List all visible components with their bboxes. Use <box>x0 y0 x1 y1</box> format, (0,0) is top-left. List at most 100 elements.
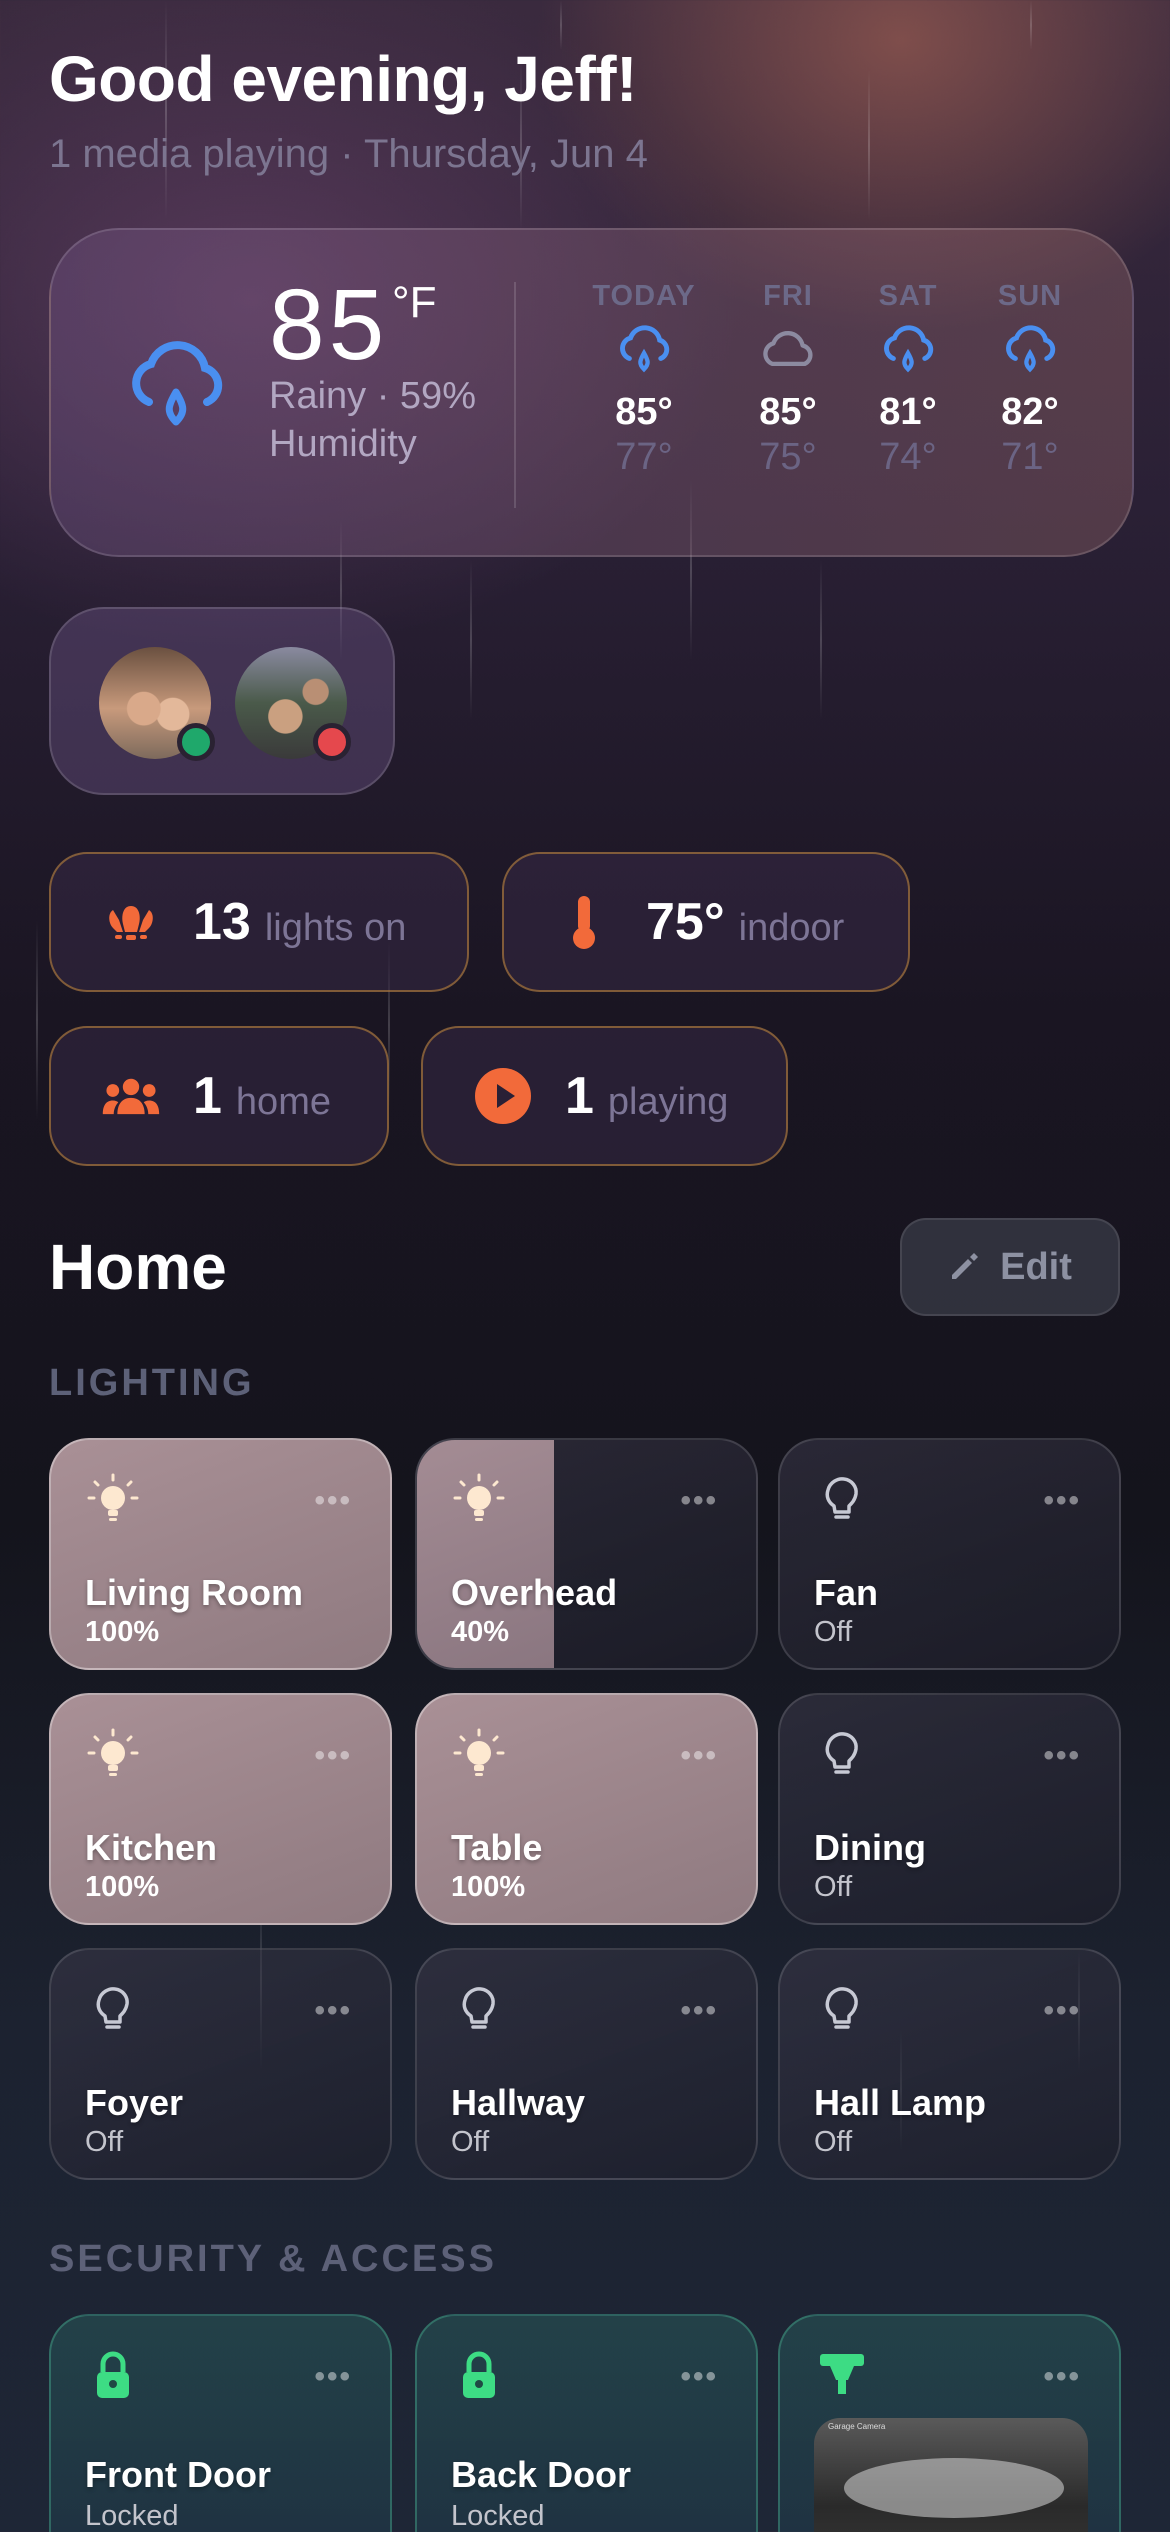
forecast-day: SUN <box>997 280 1063 312</box>
lock-tile-back-door[interactable]: ••• Back Door Locked <box>415 2314 758 2532</box>
tile-name: Foyer <box>85 2082 184 2123</box>
light-tile[interactable]: ••• Dining Off <box>778 1693 1121 1925</box>
light-tile[interactable]: ••• Foyer Off <box>49 1948 392 2180</box>
current-temperature: 85 <box>269 269 389 381</box>
avatar[interactable] <box>99 647 215 761</box>
more-options-button[interactable]: ••• <box>314 1484 352 1518</box>
light-bulb-icon <box>825 1732 858 1774</box>
subtitle: 1 media playing · Thursday, Jun 4 <box>49 132 648 176</box>
forecast-high: 85° <box>615 391 673 433</box>
lights-on-count: 13 <box>193 893 251 951</box>
media-playing-label: playing <box>607 1080 729 1123</box>
play-icon <box>473 1066 533 1126</box>
more-options-button[interactable]: ••• <box>314 2360 352 2394</box>
avatar[interactable] <box>235 647 351 761</box>
tile-name: Back Door <box>451 2454 632 2495</box>
weather-card[interactable]: 85 °F Rainy · 59% Humidity TODAY 85° 77°… <box>49 228 1134 557</box>
more-options-button[interactable]: ••• <box>680 1484 718 1518</box>
forecast-day: TODAY <box>592 280 696 312</box>
forecast-sat: SAT 81° 74° <box>843 280 973 479</box>
forecast-day: SAT <box>878 280 938 312</box>
tile-state: 100% <box>85 1616 160 1648</box>
forecast-high: 85° <box>759 391 817 433</box>
tile-name: Living Room <box>85 1572 303 1613</box>
forecast-high: 81° <box>879 391 937 433</box>
tile-name: Hall Lamp <box>814 2082 987 2123</box>
tile-name: Table <box>451 1827 543 1868</box>
section-security: SECURITY & ACCESS <box>49 2238 497 2280</box>
forecast-today: TODAY 85° 77° <box>579 280 709 479</box>
forecast-low: 71° <box>1001 436 1059 478</box>
light-bulb-icon <box>453 1473 505 1521</box>
forecast-day: FRI <box>763 280 813 312</box>
light-bulb-icon <box>462 1987 495 2029</box>
more-options-button[interactable]: ••• <box>314 1739 352 1773</box>
media-playing-chip[interactable]: 1 playing <box>421 1026 788 1166</box>
greeting: Good evening, Jeff! <box>49 43 637 115</box>
light-tile[interactable]: ••• Living Room 100% <box>49 1438 392 1670</box>
lights-on-chip[interactable]: 13 lights on <box>49 852 469 992</box>
more-options-button[interactable]: ••• <box>680 1739 718 1773</box>
more-options-button[interactable]: ••• <box>1043 1994 1081 2028</box>
people-card[interactable] <box>49 607 395 795</box>
lights-on-label: lights on <box>264 906 407 949</box>
light-group-icon <box>101 892 161 952</box>
lock-tile-front-door[interactable]: ••• Front Door Locked <box>49 2314 392 2532</box>
thermometer-icon <box>554 892 614 952</box>
more-options-button[interactable]: ••• <box>314 1994 352 2028</box>
tile-state: Off <box>85 2126 124 2158</box>
edit-button[interactable]: Edit <box>900 1218 1120 1316</box>
more-options-button[interactable]: ••• <box>680 1994 718 2028</box>
more-options-button[interactable]: ••• <box>680 2360 718 2394</box>
edit-label: Edit <box>1000 1245 1072 1288</box>
camera-label: Garage Camera <box>828 2422 886 2431</box>
tile-state: 40% <box>451 1616 510 1648</box>
media-playing-count: 1 <box>565 1067 594 1125</box>
forecast-low: 74° <box>879 436 937 478</box>
light-tile[interactable]: ••• Hallway Off <box>415 1948 758 2180</box>
people-home-count: 1 <box>193 1067 222 1125</box>
forecast-high: 82° <box>1001 391 1059 433</box>
light-bulb-icon <box>87 1473 139 1521</box>
rain-cloud-icon <box>884 325 934 373</box>
tile-name: Dining <box>814 1827 926 1868</box>
status-dot-away <box>313 723 351 761</box>
camera-tile-garage[interactable]: ••• Garage Camera <box>778 2314 1121 2532</box>
forecast-low: 75° <box>759 436 817 478</box>
pencil-icon <box>952 1253 979 1279</box>
forecast-low: 77° <box>615 436 673 478</box>
light-tile[interactable]: ••• Hall Lamp Off <box>778 1948 1121 2180</box>
home-title: Home <box>49 1231 227 1303</box>
tile-state: Off <box>814 1871 853 1903</box>
camera-preview[interactable]: Garage Camera <box>814 2418 1088 2532</box>
forecast-fri: FRI 85° 75° <box>723 280 853 479</box>
light-bulb-icon <box>453 1728 505 1776</box>
light-tile[interactable]: ••• Kitchen 100% <box>49 1693 392 1925</box>
light-tile[interactable]: ••• Overhead 40% <box>415 1438 758 1670</box>
people-home-label: home <box>235 1080 331 1123</box>
weather-condition: Rainy · 59% Humidity <box>269 375 476 465</box>
light-bulb-icon <box>96 1987 129 2029</box>
tile-state: Locked <box>85 2500 179 2532</box>
light-tile[interactable]: ••• Table 100% <box>415 1693 758 1925</box>
tile-state: 100% <box>85 1871 160 1903</box>
light-tile[interactable]: ••• Fan Off <box>778 1438 1121 1670</box>
light-bulb-icon <box>825 1987 858 2029</box>
people-icon <box>101 1066 161 1126</box>
people-home-chip[interactable]: 1 home <box>49 1026 389 1166</box>
more-options-button[interactable]: ••• <box>1043 2360 1081 2394</box>
tile-state: 100% <box>451 1871 526 1903</box>
more-options-button[interactable]: ••• <box>1043 1739 1081 1773</box>
tile-state: Off <box>814 1616 853 1648</box>
forecast-sun: SUN 82° 71° <box>965 280 1095 479</box>
temperature-unit: °F <box>392 278 437 327</box>
tile-name: Hallway <box>451 2082 586 2123</box>
more-options-button[interactable]: ••• <box>1043 1484 1081 1518</box>
rain-cloud-icon <box>620 325 670 373</box>
light-bulb-icon <box>825 1477 858 1519</box>
indoor-temp-chip[interactable]: 75° indoor <box>502 852 910 992</box>
indoor-temp-label: indoor <box>738 906 845 949</box>
indoor-temp-value: 75° <box>646 893 725 951</box>
tile-state: Off <box>451 2126 490 2158</box>
light-bulb-icon <box>87 1728 139 1776</box>
